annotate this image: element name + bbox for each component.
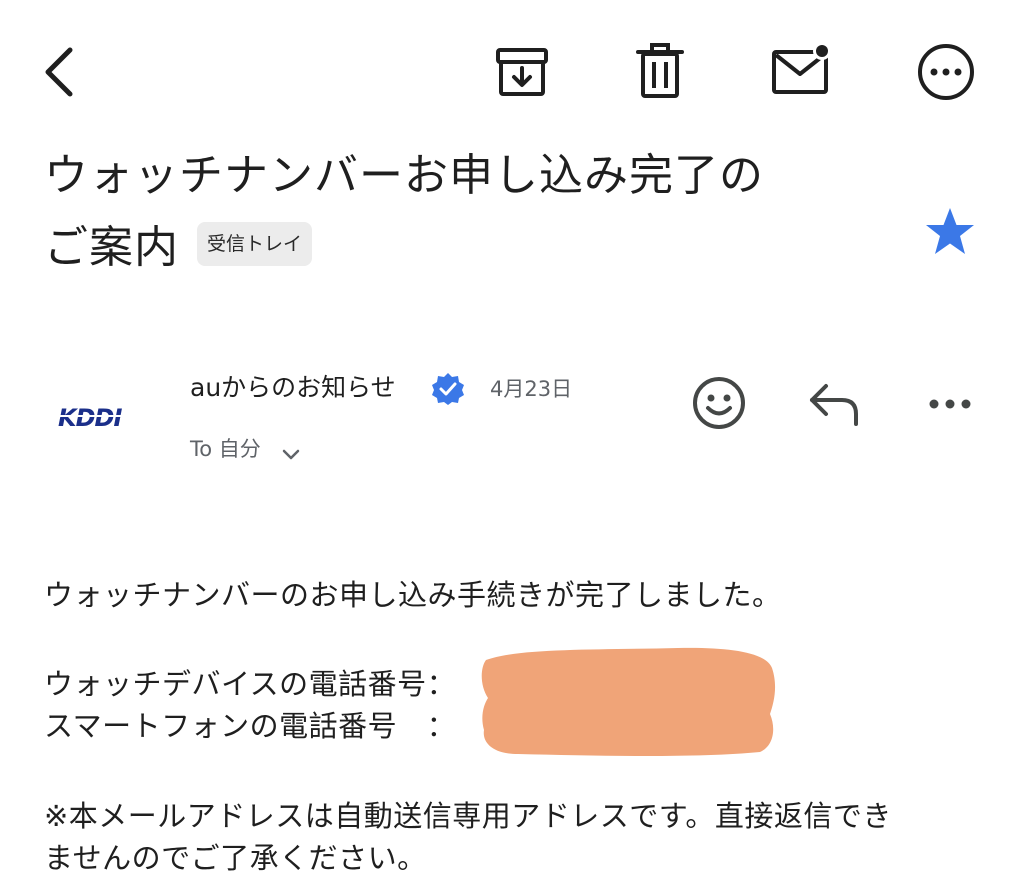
subject-line-1: ウォッチナンバーお申し込み完了の: [44, 150, 764, 201]
subject-line-2-text: ご案内: [44, 222, 179, 273]
star-icon[interactable]: [924, 206, 976, 258]
notice-line-1: ※本メールアドレスは自動送信専用アドレスです。直接返信でき: [44, 799, 892, 833]
archive-icon[interactable]: [494, 44, 550, 100]
more-horizontal-icon[interactable]: [926, 394, 974, 414]
more-options-circle-icon[interactable]: [916, 42, 976, 102]
email-subject: ウォッチナンバーお申し込み完了の ご案内 受信トレイ: [44, 140, 894, 284]
subject-line-2: ご案内 受信トレイ: [44, 212, 894, 284]
email-date: 4月23日: [490, 377, 573, 401]
body-line-completion: ウォッチナンバーのお申し込み手続きが完了しました。: [44, 578, 782, 612]
redaction-mark: [478, 642, 778, 760]
kddi-logo: KDDI: [56, 400, 136, 434]
notice-line-2: ませんのでご了承ください。: [44, 841, 427, 875]
reply-icon[interactable]: [806, 380, 864, 428]
mail-unread-icon[interactable]: [770, 42, 834, 98]
sender-name[interactable]: auからのお知らせ: [190, 370, 396, 406]
inbox-label-chip[interactable]: 受信トレイ: [197, 222, 313, 266]
chevron-down-icon[interactable]: [280, 444, 302, 466]
watch-phone-label: ウォッチデバイスの電話番号：: [44, 667, 457, 701]
add-reaction-smiley-icon[interactable]: [690, 374, 748, 432]
verified-badge-icon: [431, 372, 465, 406]
smartphone-label: スマートフォンの電話番号 ：: [44, 709, 457, 743]
svg-text:KDDI: KDDI: [58, 404, 122, 432]
recipient-line[interactable]: To 自分: [190, 434, 261, 464]
back-chevron-icon[interactable]: [38, 44, 78, 100]
trash-icon[interactable]: [634, 42, 686, 100]
